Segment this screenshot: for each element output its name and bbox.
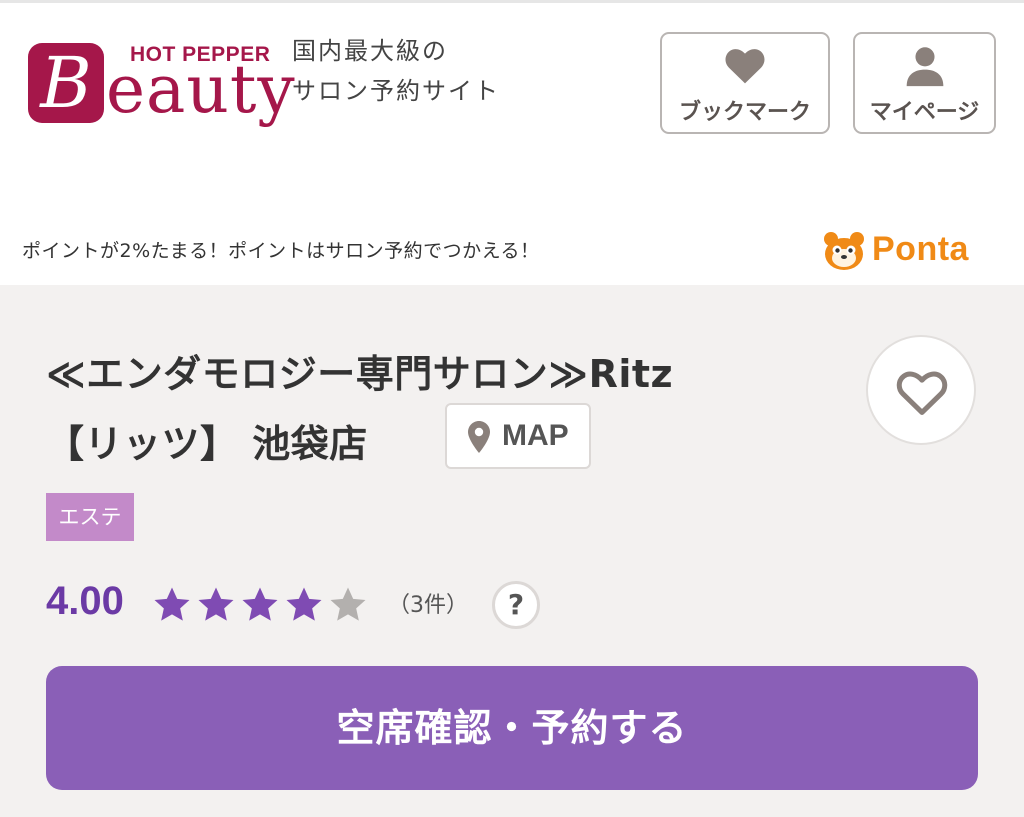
site-header: B HOT PEPPER eauty 国内最大級の サロン予約サイト ブックマー… [0, 3, 1024, 288]
tagline-line-2: サロン予約サイト [292, 77, 500, 105]
heart-icon [662, 44, 828, 92]
person-icon [855, 44, 994, 92]
star-empty-icon [330, 587, 366, 621]
help-icon[interactable]: ? [492, 581, 540, 629]
ponta-raccoon-icon [824, 232, 864, 270]
mypage-label: マイページ [869, 100, 980, 125]
ponta-banner[interactable]: ポイントが2%たまる！ポイントはサロン予約でつかえる！ Ponta [0, 208, 1024, 288]
ponta-logo: Ponta [822, 230, 1002, 272]
tagline-line-1: 国内最大級の [292, 37, 448, 65]
star-filled-icon [154, 587, 190, 621]
logo-word: eauty [106, 51, 296, 128]
salon-summary: ≪エンダモロジー専門サロン≫Ritz 【リッツ】 池袋店 MAP エステ 4.0… [0, 285, 1024, 817]
category-badge: エステ [46, 493, 134, 541]
bookmark-button[interactable]: ブックマーク [660, 32, 830, 134]
heart-outline-icon [896, 371, 948, 415]
salon-title-line-2: 【リッツ】 池袋店 [46, 422, 368, 466]
reserve-button[interactable]: 空席確認・予約する [46, 666, 978, 790]
star-filled-icon [198, 587, 234, 621]
bookmark-label: ブックマーク [678, 100, 811, 125]
map-button[interactable]: MAP [445, 403, 591, 469]
ponta-brand: Ponta [872, 230, 969, 268]
map-label: MAP [502, 419, 569, 452]
favorite-button[interactable] [866, 335, 976, 445]
rating-value: 4.00 [46, 579, 124, 623]
ponta-message: ポイントが2%たまる！ポイントはサロン予約でつかえる！ [22, 240, 540, 262]
review-count[interactable]: （3件） [388, 587, 468, 619]
logo-mark: B [28, 43, 104, 123]
star-filled-icon [242, 587, 278, 621]
map-pin-icon [468, 421, 490, 453]
site-tagline: 国内最大級の サロン予約サイト [292, 31, 500, 111]
star-filled-icon [286, 587, 322, 621]
salon-title-line-1: ≪エンダモロジー専門サロン≫Ritz [46, 352, 674, 396]
mypage-button[interactable]: マイページ [853, 32, 996, 134]
